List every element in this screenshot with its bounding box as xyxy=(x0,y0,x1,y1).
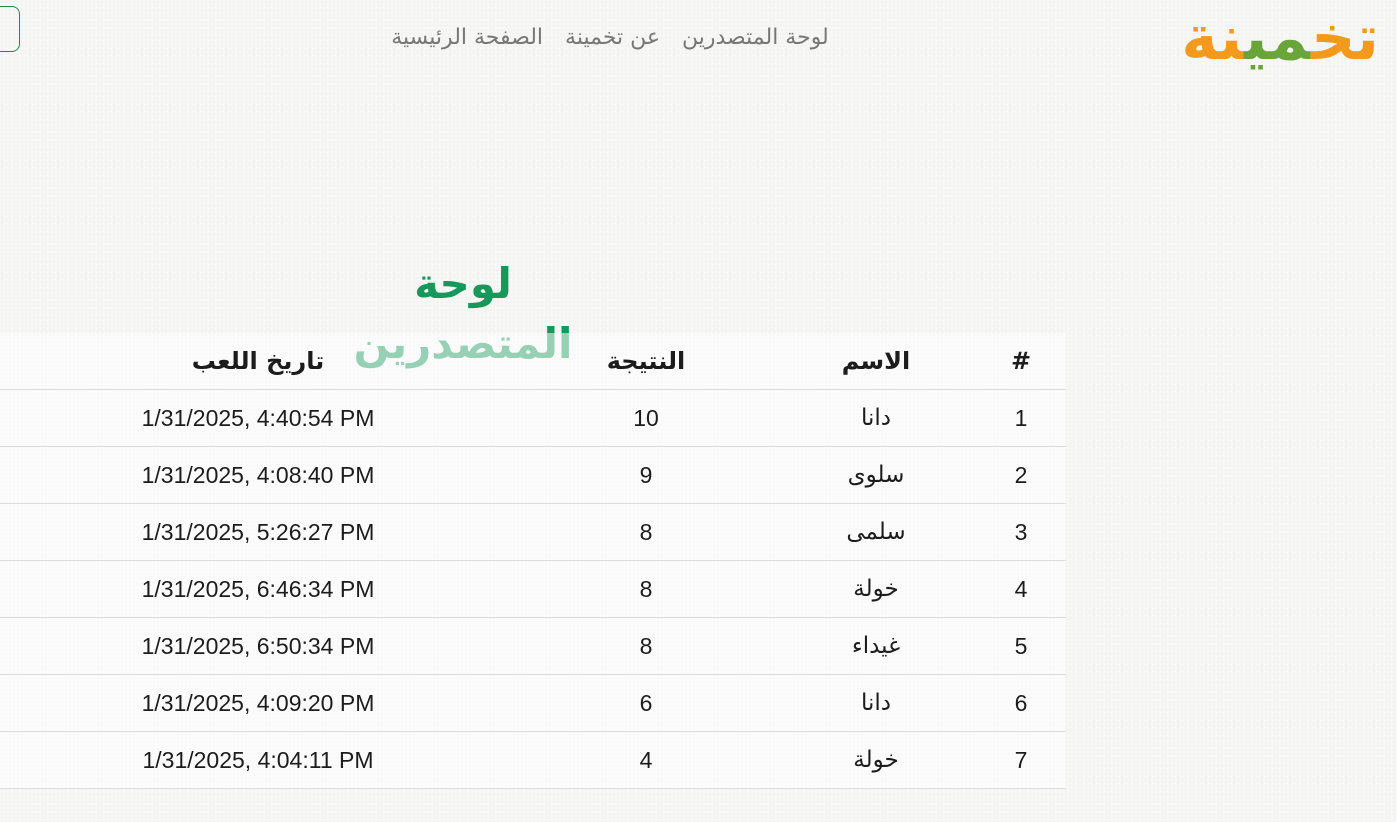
table-row: 3 سلمى 8 1/31/2025, 5:26:27 PM xyxy=(0,503,1066,561)
cell-name: دانا xyxy=(776,389,976,447)
cell-rank: 4 xyxy=(976,560,1066,618)
table-row: 5 غيداء 8 1/31/2025, 6:50:34 PM xyxy=(0,617,1066,675)
table-row: 7 خولة 4 1/31/2025, 4:04:11 PM xyxy=(0,731,1066,789)
cell-name: سلمى xyxy=(776,503,976,561)
logo-part-3: نة xyxy=(1181,1,1245,74)
cell-name: خولة xyxy=(776,731,976,789)
table-row: 4 خولة 8 1/31/2025, 6:46:34 PM xyxy=(0,560,1066,618)
table-header-row: # الاسم النتيجة تاريخ اللعب xyxy=(0,333,1066,390)
cell-rank: 5 xyxy=(976,617,1066,675)
cell-date: 1/31/2025, 6:46:34 PM xyxy=(0,560,516,618)
cell-score: 8 xyxy=(516,503,776,561)
cell-rank: 3 xyxy=(976,503,1066,561)
logo-part-1: تخ xyxy=(1311,1,1380,74)
cell-date: 1/31/2025, 5:26:27 PM xyxy=(0,503,516,561)
cell-score: 8 xyxy=(516,617,776,675)
cell-score: 10 xyxy=(516,389,776,447)
header-date: تاريخ اللعب xyxy=(0,333,516,390)
cell-rank: 7 xyxy=(976,731,1066,789)
nav-link-about[interactable]: عن تخمينة xyxy=(565,25,660,50)
cell-date: 1/31/2025, 4:08:40 PM xyxy=(0,446,516,504)
header-name: الاسم xyxy=(776,333,976,390)
table-row: 2 سلوى 9 1/31/2025, 4:08:40 PM xyxy=(0,446,1066,504)
cell-score: 9 xyxy=(516,446,776,504)
cell-name: خولة xyxy=(776,560,976,618)
table-row: 1 دانا 10 1/31/2025, 4:40:54 PM xyxy=(0,389,1066,447)
cell-date: 1/31/2025, 6:50:34 PM xyxy=(0,617,516,675)
nav-link-leaderboard[interactable]: لوحة المتصدرين xyxy=(682,25,829,50)
cell-name: سلوى xyxy=(776,446,976,504)
cell-rank: 6 xyxy=(976,674,1066,732)
logo-part-2: مي xyxy=(1244,1,1312,74)
table-row: 6 دانا 6 1/31/2025, 4:09:20 PM xyxy=(0,674,1066,732)
header-score: النتيجة xyxy=(516,333,776,390)
cell-score: 6 xyxy=(516,674,776,732)
header-rank: # xyxy=(976,333,1066,390)
cell-rank: 1 xyxy=(976,389,1066,447)
cell-date: 1/31/2025, 4:04:11 PM xyxy=(0,731,516,789)
cell-name: دانا xyxy=(776,674,976,732)
leaderboard-table: # الاسم النتيجة تاريخ اللعب 1 دانا 10 1/… xyxy=(0,333,1066,789)
menu-toggle-button[interactable] xyxy=(0,6,20,52)
cell-rank: 2 xyxy=(976,446,1066,504)
nav-link-home[interactable]: الصفحة الرئيسية xyxy=(391,25,543,50)
cell-score: 8 xyxy=(516,560,776,618)
main-nav: الصفحة الرئيسية عن تخمينة لوحة المتصدرين xyxy=(360,20,860,54)
cell-score: 4 xyxy=(516,731,776,789)
cell-date: 1/31/2025, 4:09:20 PM xyxy=(0,674,516,732)
cell-name: غيداء xyxy=(776,617,976,675)
site-logo[interactable]: تخمينة xyxy=(1181,1,1380,74)
cell-date: 1/31/2025, 4:40:54 PM xyxy=(0,389,516,447)
